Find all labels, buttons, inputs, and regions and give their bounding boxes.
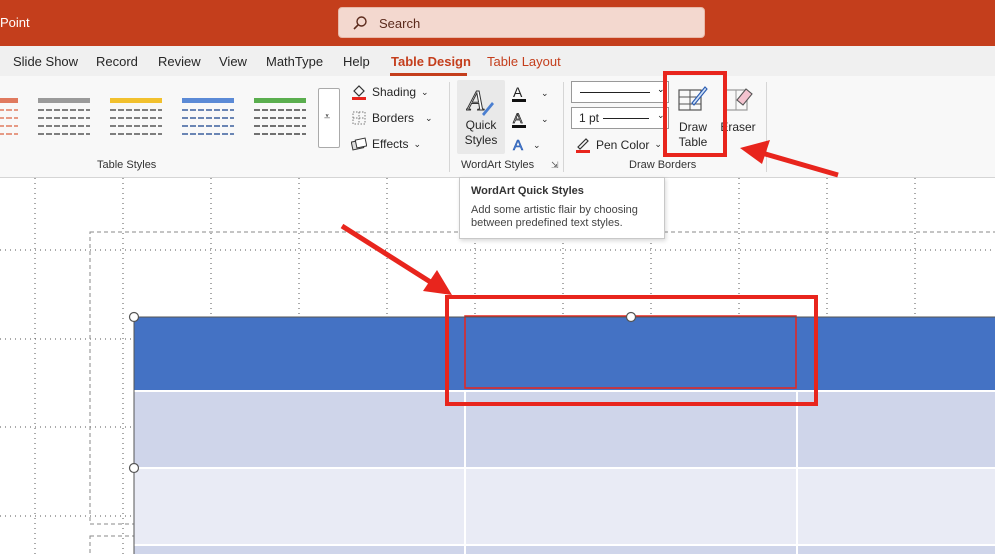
ribbon: ⩡ Table Styles Shading ⌄ Borders ⌄ Effec…: [0, 76, 995, 178]
group-label-draw-borders: Draw Borders: [629, 159, 697, 171]
tooltip-wordart-quick-styles: WordArt Quick Styles Add some artistic f…: [459, 177, 665, 239]
shading-label: Shading: [372, 85, 417, 99]
pen-style-line: [580, 92, 650, 93]
borders-button[interactable]: Borders ⌄: [351, 110, 433, 126]
ribbon-tabs: Slide Show Record Review View MathType H…: [0, 46, 995, 76]
chevron-down-icon: ⌄: [541, 113, 549, 124]
annotation-box-draw-table: [663, 71, 727, 157]
tab-slide-show[interactable]: Slide Show: [13, 54, 78, 69]
text-outline-button[interactable]: A ⌄: [510, 110, 549, 128]
quick-styles-label-1: Quick: [465, 118, 497, 132]
effects-icon: [351, 137, 367, 151]
pen-weight-line: [603, 118, 649, 119]
group-label-table-styles: Table Styles: [97, 159, 157, 171]
annotation-box-table-header: [445, 295, 818, 406]
group-separator: [449, 82, 450, 172]
chevron-down-icon: ⌄: [413, 138, 422, 149]
svg-text:A: A: [513, 84, 523, 100]
chevron-down-icon: ⌄: [533, 139, 541, 150]
shading-button[interactable]: Shading ⌄: [351, 84, 429, 100]
pen-weight-value: 1 pt: [579, 111, 600, 125]
text-fill-icon: A: [512, 84, 526, 102]
search-placeholder: Search: [379, 16, 421, 31]
table-row-3: [134, 546, 995, 554]
quick-styles-label-2: Styles: [464, 133, 498, 147]
text-effects-button[interactable]: A ⌄: [510, 136, 541, 154]
tooltip-body: Add some artistic flair by choosing betw…: [471, 204, 638, 229]
tooltip-title: WordArt Quick Styles: [471, 185, 584, 197]
tab-mathtype[interactable]: MathType: [266, 54, 323, 69]
pen-weight-dropdown[interactable]: 1 pt ⌄: [571, 107, 669, 129]
search-box[interactable]: Search: [338, 7, 705, 38]
gallery-more-button[interactable]: ⩡: [318, 88, 340, 148]
pen-color-icon: [576, 138, 590, 153]
svg-text:A: A: [466, 86, 485, 117]
table-style-thumb-orange[interactable]: [0, 96, 20, 138]
effects-button[interactable]: Effects ⌄: [351, 136, 421, 152]
chevron-down-icon: ⌄: [541, 87, 549, 98]
pen-color-button[interactable]: Pen Color ⌄: [575, 136, 662, 153]
table-style-thumb-gold[interactable]: [108, 96, 164, 138]
quick-styles-button[interactable]: A Quick Styles: [457, 80, 505, 154]
table-row-2: [134, 469, 995, 544]
chevron-down-icon: ⌄: [654, 139, 662, 149]
chevron-down-icon: ⌄: [421, 86, 429, 97]
tab-record[interactable]: Record: [96, 54, 138, 69]
gallery-more-icon: ⩡: [324, 111, 331, 123]
borders-icon: [352, 111, 366, 125]
eraser-icon: [724, 88, 753, 111]
dialog-launcher-icon[interactable]: ⇲: [551, 160, 559, 171]
table-style-thumb-green[interactable]: [252, 96, 308, 138]
tab-table-design[interactable]: Table Design: [391, 54, 471, 69]
chevron-down-icon: ⌄: [425, 112, 433, 123]
pen-color-label: Pen Color: [596, 137, 650, 152]
tab-view[interactable]: View: [219, 54, 247, 69]
group-separator: [766, 82, 767, 172]
table-style-thumb-blue[interactable]: [180, 96, 236, 138]
text-outline-icon: A: [512, 110, 526, 128]
borders-label: Borders: [372, 111, 415, 125]
wordart-quick-styles-icon: A: [466, 86, 494, 118]
pen-style-dropdown[interactable]: ⌄: [571, 81, 669, 103]
tab-help[interactable]: Help: [343, 54, 370, 69]
app-name: Point: [0, 15, 30, 30]
search-icon: [353, 16, 367, 30]
svg-text:A: A: [513, 137, 523, 154]
table-style-thumb-gray[interactable]: [36, 96, 92, 138]
paint-bucket-icon: [352, 85, 366, 100]
tab-table-layout[interactable]: Table Layout: [487, 54, 561, 69]
svg-text:A: A: [513, 110, 523, 126]
powerpoint-window: Point Search Slide Show Record Review Vi…: [0, 0, 995, 554]
text-fill-button[interactable]: A ⌄: [510, 84, 549, 102]
effects-label: Effects: [372, 137, 409, 151]
text-effects-icon: A: [513, 137, 524, 154]
tab-review[interactable]: Review: [158, 54, 201, 69]
group-separator: [563, 82, 564, 172]
group-label-wordart-styles: WordArt Styles: [461, 159, 535, 171]
title-bar: Point Search: [0, 0, 995, 46]
